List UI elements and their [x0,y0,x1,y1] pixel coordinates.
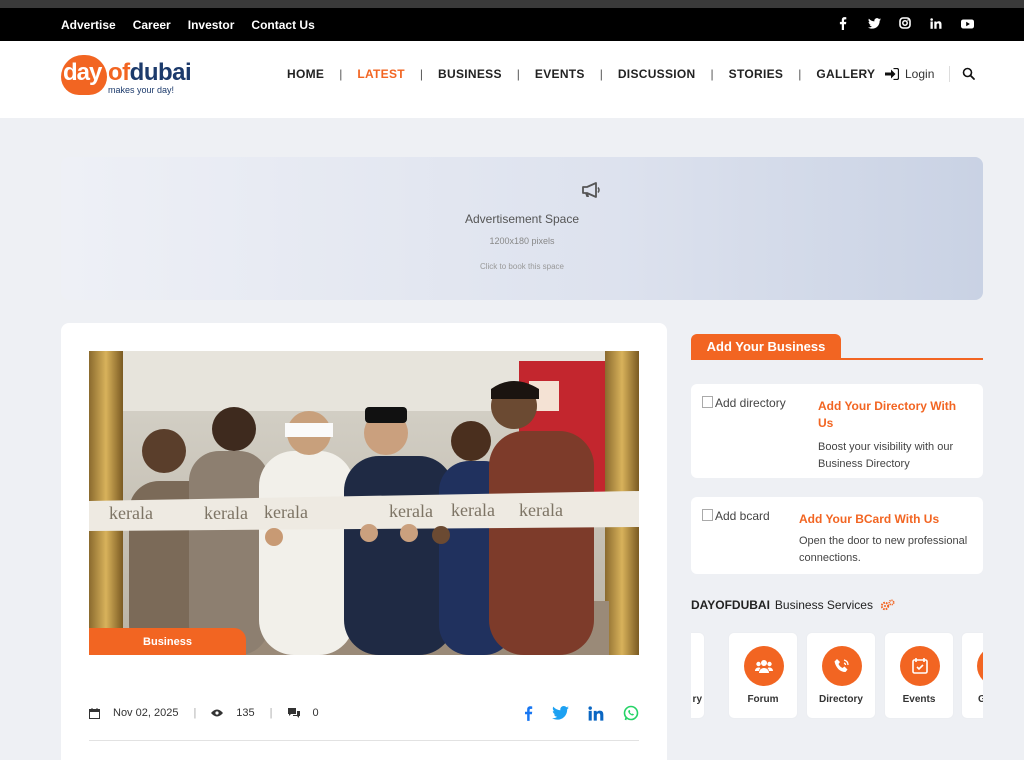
services-label: Business Services [774,598,873,612]
article-date: Nov 02, 2025 [113,707,179,719]
nav-separator: | [798,67,802,81]
bcard-promo[interactable]: Add bcard Add Your BCard With Us Open th… [691,497,983,574]
ad-size: 1200x180 pixels [489,236,555,246]
header-divider [949,66,950,82]
facebook-icon[interactable] [836,16,850,33]
gallery-icon [977,646,983,686]
ribbon-text: kerala [389,501,433,521]
article-card: kerala kerala kerala kerala kerala keral… [61,323,667,760]
directory-promo[interactable]: Add directory Add Your Directory With Us… [691,384,983,478]
category-badge[interactable]: Business [89,628,246,655]
search-icon[interactable] [962,67,976,81]
service-card-directory[interactable]: Directory [806,632,876,719]
ribbon-text: kerala [519,500,563,520]
directory-image-alt: Add directory [702,396,786,410]
logo-day: day [63,59,102,86]
article-meta: Nov 02, 2025 | 135 | 0 [89,703,319,723]
instagram-icon[interactable] [898,17,912,32]
service-label: Directory [819,694,863,705]
top-bar: Advertise Career Investor Contact Us [0,8,1024,41]
directory-promo-title[interactable]: Add Your Directory With Us [818,398,968,432]
social-links [836,8,974,41]
phone-icon [822,646,862,686]
ribbon-text: kerala [204,503,248,523]
login-label: Login [905,67,935,81]
window-top-strip [0,0,1024,8]
youtube-icon[interactable] [960,18,974,32]
add-business-heading: Add Your Business [691,334,841,359]
top-links: Advertise Career Investor Contact Us [61,8,315,41]
service-label: Events [902,694,936,705]
meta-separator: | [269,707,273,719]
eye-icon [211,709,224,717]
ad-title: Advertisement Space [464,212,580,226]
logo-tagline: makes your day! [108,85,175,95]
share-buttons [524,703,639,723]
twitter-icon[interactable] [552,706,569,720]
gears-icon [880,599,895,611]
top-link-investor[interactable]: Investor [188,18,235,32]
directory-promo-desc: Boost your visibility with our Business … [818,441,954,470]
business-services-title: DAYOFDUBAI Business Services [691,598,895,612]
services-carousel[interactable]: ry Forum Directory Events G [691,632,983,720]
card-divider [89,740,639,741]
facebook-icon[interactable] [524,705,533,722]
meta-separator: | [193,707,197,719]
nav-discussion[interactable]: DISCUSSION [618,67,696,81]
service-card-forum[interactable]: Forum [728,632,798,719]
bcard-promo-title[interactable]: Add Your BCard With Us [799,511,979,528]
nav-business[interactable]: BUSINESS [438,67,502,81]
nav-gallery[interactable]: GALLERY [816,67,875,81]
nav-separator: | [599,67,603,81]
bcard-image-alt: Add bcard [702,509,770,523]
sign-in-icon [885,68,899,80]
top-link-contact[interactable]: Contact Us [251,18,314,32]
login-button[interactable]: Login [885,41,934,107]
article-views: 135 [236,707,255,719]
nav-stories[interactable]: STORIES [729,67,784,81]
ribbon-text: kerala [451,500,495,520]
top-link-advertise[interactable]: Advertise [61,18,116,32]
services-brand: DAYOFDUBAI [691,598,770,612]
comments-icon [287,708,300,718]
advertisement-banner[interactable]: Advertisement Space 1200x180 pixels Clic… [61,157,983,300]
ad-cta[interactable]: Click to book this space [61,262,983,271]
top-link-career[interactable]: Career [133,18,171,32]
bcard-promo-desc: Open the door to new professional connec… [799,535,968,564]
calendar-icon [900,646,940,686]
ribbon-text: kerala [109,503,153,523]
logo-dubai: dubai [129,59,192,86]
megaphone-icon [582,182,600,198]
service-label: Forum [747,694,779,705]
service-card-gallery[interactable]: G [961,632,983,719]
linkedin-icon[interactable] [929,17,943,32]
ribbon-text: kerala [264,502,308,522]
article-comments: 0 [312,707,319,719]
calendar-icon [89,707,100,719]
site-header: day ofdubai makes your day! HOME | LATEST… [0,41,1024,118]
service-label: ry [692,694,702,705]
service-card-events[interactable]: Events [884,632,954,719]
whatsapp-icon[interactable] [623,705,639,721]
nav-separator: | [516,67,520,81]
nav-separator: | [419,67,424,81]
article-image[interactable]: kerala kerala kerala kerala kerala keral… [89,351,639,655]
main-nav: HOME | LATEST | BUSINESS | EVENTS | DISCUSSI… [287,41,875,107]
twitter-icon[interactable] [867,17,881,32]
nav-separator: | [710,67,714,81]
users-icon [744,646,784,686]
ribbon-cutting-photo: kerala kerala kerala kerala kerala keral… [89,351,639,655]
service-card-library[interactable]: ry [691,632,705,719]
heading-underline [691,358,983,360]
nav-separator: | [339,67,343,81]
service-label: G [978,694,983,705]
linkedin-icon[interactable] [588,705,604,721]
nav-events[interactable]: EVENTS [535,67,585,81]
logo-of: of [108,59,130,86]
logo-wordmark: ofdubai [108,59,192,87]
nav-home[interactable]: HOME [287,67,324,81]
nav-latest[interactable]: LATEST [357,67,405,81]
